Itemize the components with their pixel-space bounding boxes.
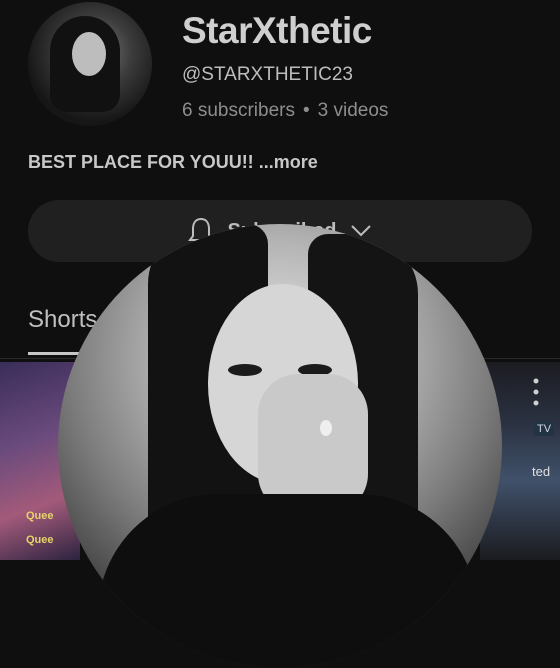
portrait-hand (258, 374, 368, 514)
description-text: BEST PLACE FOR YOUU!! (28, 152, 254, 172)
channel-handle: @STARXTHETIC23 (182, 64, 353, 85)
channel-name: StarXthetic (182, 10, 372, 51)
tab-shorts[interactable]: Shorts (28, 306, 97, 334)
portrait-eye (228, 364, 262, 376)
channel-description[interactable]: BEST PLACE FOR YOUU!! ...more (28, 152, 318, 173)
portrait-earring (320, 420, 332, 436)
stats-separator: • (303, 100, 310, 121)
channel-stats: 6 subscribers • 3 videos (182, 100, 388, 122)
tv-badge: TV (534, 422, 555, 436)
video-count: 3 videos (317, 100, 389, 121)
portrait-body (98, 494, 478, 668)
thumbnail-caption: Quee (26, 534, 54, 546)
avatar-preview-overlay (58, 224, 502, 668)
description-more-link[interactable]: ...more (259, 152, 318, 172)
thumbnail-caption: ted (532, 464, 551, 479)
thumbnail-caption: Quee (26, 510, 54, 522)
subscriber-count: 6 subscribers (182, 100, 295, 121)
avatar-face (72, 32, 106, 76)
more-vertical-icon[interactable] (530, 376, 542, 408)
channel-avatar[interactable] (28, 2, 152, 126)
